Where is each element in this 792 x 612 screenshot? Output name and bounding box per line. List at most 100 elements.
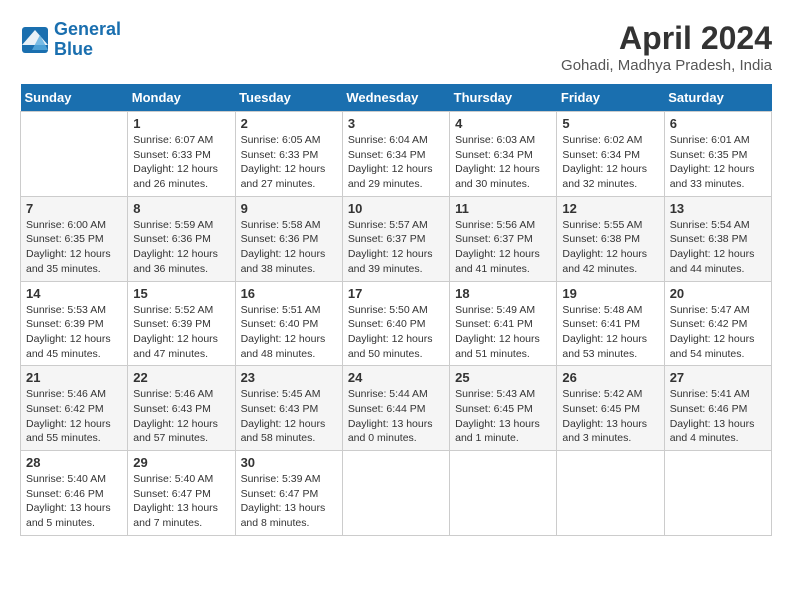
calendar-cell: 1 Sunrise: 6:07 AM Sunset: 6:33 PM Daylig… xyxy=(128,112,235,197)
week-row-5: 28 Sunrise: 5:40 AM Sunset: 6:46 PM Dayli… xyxy=(21,451,772,536)
month-title: April 2024 xyxy=(561,20,772,57)
day-number: 29 xyxy=(133,455,229,470)
calendar-cell xyxy=(450,451,557,536)
day-info: Sunrise: 6:02 AM Sunset: 6:34 PM Dayligh… xyxy=(562,133,658,192)
day-info: Sunrise: 5:54 AM Sunset: 6:38 PM Dayligh… xyxy=(670,218,766,277)
day-number: 27 xyxy=(670,370,766,385)
col-friday: Friday xyxy=(557,84,664,112)
day-number: 28 xyxy=(26,455,122,470)
calendar-cell: 17Sunrise: 5:50 AM Sunset: 6:40 PM Dayli… xyxy=(342,281,449,366)
day-number: 10 xyxy=(348,201,444,216)
day-number: 13 xyxy=(670,201,766,216)
calendar-cell: 15Sunrise: 5:52 AM Sunset: 6:39 PM Dayli… xyxy=(128,281,235,366)
day-number: 3 xyxy=(348,116,444,131)
day-number: 30 xyxy=(241,455,337,470)
calendar-cell: 18Sunrise: 5:49 AM Sunset: 6:41 PM Dayli… xyxy=(450,281,557,366)
logo: General Blue xyxy=(20,20,121,60)
location: Gohadi, Madhya Pradesh, India xyxy=(561,57,772,74)
calendar-cell: 7 Sunrise: 6:00 AM Sunset: 6:35 PM Daylig… xyxy=(21,196,128,281)
logo-line1: General xyxy=(54,19,121,39)
day-info: Sunrise: 5:40 AM Sunset: 6:47 PM Dayligh… xyxy=(133,472,229,531)
week-row-4: 21Sunrise: 5:46 AM Sunset: 6:42 PM Dayli… xyxy=(21,366,772,451)
day-info: Sunrise: 5:49 AM Sunset: 6:41 PM Dayligh… xyxy=(455,303,551,362)
day-info: Sunrise: 6:01 AM Sunset: 6:35 PM Dayligh… xyxy=(670,133,766,192)
day-info: Sunrise: 5:42 AM Sunset: 6:45 PM Dayligh… xyxy=(562,387,658,446)
day-info: Sunrise: 6:04 AM Sunset: 6:34 PM Dayligh… xyxy=(348,133,444,192)
calendar-body: 1 Sunrise: 6:07 AM Sunset: 6:33 PM Daylig… xyxy=(21,112,772,536)
calendar-cell: 19Sunrise: 5:48 AM Sunset: 6:41 PM Dayli… xyxy=(557,281,664,366)
calendar-cell xyxy=(21,112,128,197)
calendar-cell: 10 Sunrise: 5:57 AM Sunset: 6:37 PM Dayli… xyxy=(342,196,449,281)
calendar-cell: 22 Sunrise: 5:46 AM Sunset: 6:43 PM Dayli… xyxy=(128,366,235,451)
calendar-table: Sunday Monday Tuesday Wednesday Thursday… xyxy=(20,84,772,536)
day-number: 5 xyxy=(562,116,658,131)
page-header: General Blue April 2024 Gohadi, Madhya P… xyxy=(20,20,772,74)
day-number: 15 xyxy=(133,286,229,301)
calendar-cell: 9 Sunrise: 5:58 AM Sunset: 6:36 PM Daylig… xyxy=(235,196,342,281)
day-number: 2 xyxy=(241,116,337,131)
day-info: Sunrise: 5:58 AM Sunset: 6:36 PM Dayligh… xyxy=(241,218,337,277)
day-info: Sunrise: 5:50 AM Sunset: 6:40 PM Dayligh… xyxy=(348,303,444,362)
day-info: Sunrise: 5:43 AM Sunset: 6:45 PM Dayligh… xyxy=(455,387,551,446)
calendar-cell: 4 Sunrise: 6:03 AM Sunset: 6:34 PM Daylig… xyxy=(450,112,557,197)
week-row-3: 14Sunrise: 5:53 AM Sunset: 6:39 PM Dayli… xyxy=(21,281,772,366)
calendar-cell: 21Sunrise: 5:46 AM Sunset: 6:42 PM Dayli… xyxy=(21,366,128,451)
calendar-cell: 16 Sunrise: 5:51 AM Sunset: 6:40 PM Dayli… xyxy=(235,281,342,366)
col-thursday: Thursday xyxy=(450,84,557,112)
day-number: 6 xyxy=(670,116,766,131)
col-tuesday: Tuesday xyxy=(235,84,342,112)
day-number: 1 xyxy=(133,116,229,131)
calendar-cell xyxy=(557,451,664,536)
day-info: Sunrise: 5:57 AM Sunset: 6:37 PM Dayligh… xyxy=(348,218,444,277)
title-area: April 2024 Gohadi, Madhya Pradesh, India xyxy=(561,20,772,74)
calendar-cell: 30 Sunrise: 5:39 AM Sunset: 6:47 PM Dayli… xyxy=(235,451,342,536)
calendar-cell: 14Sunrise: 5:53 AM Sunset: 6:39 PM Dayli… xyxy=(21,281,128,366)
day-number: 20 xyxy=(670,286,766,301)
logo-line2: Blue xyxy=(54,39,93,59)
week-row-1: 1 Sunrise: 6:07 AM Sunset: 6:33 PM Daylig… xyxy=(21,112,772,197)
calendar-cell: 24 Sunrise: 5:44 AM Sunset: 6:44 PM Dayli… xyxy=(342,366,449,451)
calendar-cell: 2 Sunrise: 6:05 AM Sunset: 6:33 PM Daylig… xyxy=(235,112,342,197)
day-info: Sunrise: 5:46 AM Sunset: 6:43 PM Dayligh… xyxy=(133,387,229,446)
day-number: 12 xyxy=(562,201,658,216)
day-info: Sunrise: 6:00 AM Sunset: 6:35 PM Dayligh… xyxy=(26,218,122,277)
day-info: Sunrise: 5:40 AM Sunset: 6:46 PM Dayligh… xyxy=(26,472,122,531)
calendar-cell xyxy=(342,451,449,536)
day-info: Sunrise: 5:51 AM Sunset: 6:40 PM Dayligh… xyxy=(241,303,337,362)
day-number: 16 xyxy=(241,286,337,301)
day-info: Sunrise: 5:56 AM Sunset: 6:37 PM Dayligh… xyxy=(455,218,551,277)
day-info: Sunrise: 6:07 AM Sunset: 6:33 PM Dayligh… xyxy=(133,133,229,192)
day-info: Sunrise: 5:47 AM Sunset: 6:42 PM Dayligh… xyxy=(670,303,766,362)
day-number: 25 xyxy=(455,370,551,385)
calendar-header: Sunday Monday Tuesday Wednesday Thursday… xyxy=(21,84,772,112)
day-info: Sunrise: 6:05 AM Sunset: 6:33 PM Dayligh… xyxy=(241,133,337,192)
day-number: 11 xyxy=(455,201,551,216)
day-number: 26 xyxy=(562,370,658,385)
day-info: Sunrise: 5:41 AM Sunset: 6:46 PM Dayligh… xyxy=(670,387,766,446)
calendar-cell: 8 Sunrise: 5:59 AM Sunset: 6:36 PM Daylig… xyxy=(128,196,235,281)
day-info: Sunrise: 5:45 AM Sunset: 6:43 PM Dayligh… xyxy=(241,387,337,446)
day-info: Sunrise: 5:53 AM Sunset: 6:39 PM Dayligh… xyxy=(26,303,122,362)
calendar-cell: 23Sunrise: 5:45 AM Sunset: 6:43 PM Dayli… xyxy=(235,366,342,451)
col-wednesday: Wednesday xyxy=(342,84,449,112)
day-number: 7 xyxy=(26,201,122,216)
calendar-cell: 11 Sunrise: 5:56 AM Sunset: 6:37 PM Dayli… xyxy=(450,196,557,281)
day-info: Sunrise: 5:48 AM Sunset: 6:41 PM Dayligh… xyxy=(562,303,658,362)
calendar-cell: 12Sunrise: 5:55 AM Sunset: 6:38 PM Dayli… xyxy=(557,196,664,281)
calendar-cell: 26 Sunrise: 5:42 AM Sunset: 6:45 PM Dayli… xyxy=(557,366,664,451)
day-number: 9 xyxy=(241,201,337,216)
day-info: Sunrise: 5:59 AM Sunset: 6:36 PM Dayligh… xyxy=(133,218,229,277)
day-number: 8 xyxy=(133,201,229,216)
day-info: Sunrise: 6:03 AM Sunset: 6:34 PM Dayligh… xyxy=(455,133,551,192)
col-sunday: Sunday xyxy=(21,84,128,112)
day-number: 22 xyxy=(133,370,229,385)
calendar-cell: 3 Sunrise: 6:04 AM Sunset: 6:34 PM Daylig… xyxy=(342,112,449,197)
logo-text: General Blue xyxy=(54,20,121,60)
calendar-cell xyxy=(664,451,771,536)
day-info: Sunrise: 5:44 AM Sunset: 6:44 PM Dayligh… xyxy=(348,387,444,446)
calendar-cell: 13 Sunrise: 5:54 AM Sunset: 6:38 PM Dayli… xyxy=(664,196,771,281)
day-number: 24 xyxy=(348,370,444,385)
day-info: Sunrise: 5:39 AM Sunset: 6:47 PM Dayligh… xyxy=(241,472,337,531)
header-row: Sunday Monday Tuesday Wednesday Thursday… xyxy=(21,84,772,112)
day-number: 4 xyxy=(455,116,551,131)
